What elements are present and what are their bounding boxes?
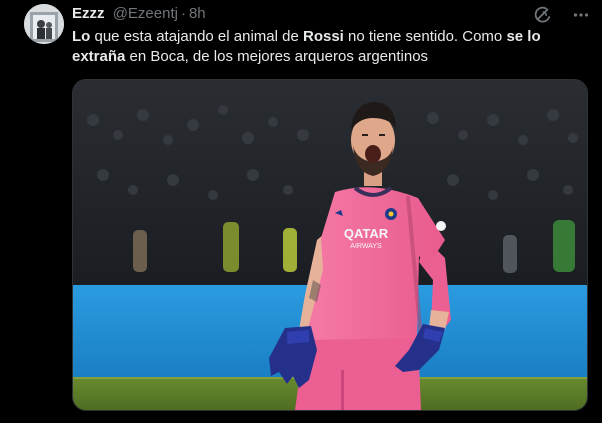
avatar-image	[24, 4, 64, 44]
more-icon[interactable]	[570, 4, 592, 26]
tweet-timestamp[interactable]: 8h	[189, 5, 206, 22]
tweet[interactable]: Ezzz @Ezeentj · 8h Lo que esta atajando el…	[0, 0, 602, 423]
jersey-sponsor-line1: QATAR	[344, 226, 389, 241]
tweet-text: Lo que esta atajando el animal de Rossi …	[72, 27, 587, 67]
tweet-text-segment: Rossi	[302, 28, 344, 45]
jersey-sponsor-line2: AIRWAYS	[350, 243, 382, 250]
header-separator: ·	[180, 5, 186, 22]
header-actions	[532, 4, 592, 26]
tweet-text-segment: no tiene sentido. Como	[343, 28, 507, 45]
tweet-header: Ezzz @Ezeentj · 8h	[72, 5, 206, 23]
author-name[interactable]: Ezzz	[72, 5, 105, 22]
tweet-media-photo[interactable]: QATAR AIRWAYS	[72, 79, 588, 411]
author-handle[interactable]: @Ezeentj	[113, 5, 178, 22]
grok-icon[interactable]	[532, 4, 554, 26]
tweet-text-segment: que esta atajando el animal de	[90, 28, 303, 45]
goalkeeper-photo: QATAR AIRWAYS	[73, 80, 587, 410]
tweet-text-segment: Lo	[72, 28, 91, 45]
author-avatar[interactable]	[24, 4, 64, 44]
tweet-text-segment: en Boca, de los mejores arqueros argenti…	[125, 48, 429, 65]
